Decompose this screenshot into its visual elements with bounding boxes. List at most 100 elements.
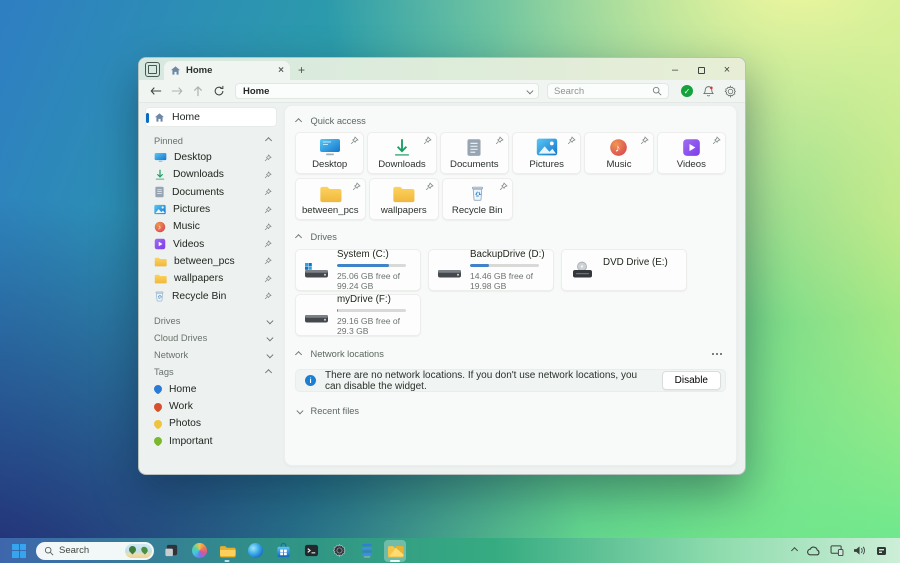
sidebar-item-wallpapers[interactable]: wallpapers	[139, 270, 284, 287]
drive-dvd-e[interactable]: DVD Drive (E:)	[561, 249, 687, 291]
pin-icon[interactable]	[350, 136, 359, 145]
edge-button[interactable]	[244, 540, 266, 562]
chevron-up-icon[interactable]	[295, 235, 301, 241]
drive-my-f[interactable]: myDrive (F:) 29.16 GB free of 29.3 GB	[295, 294, 421, 336]
sidebar-section-tags[interactable]: Tags	[139, 364, 284, 381]
minimize-button[interactable]: –	[663, 62, 687, 78]
drives-header[interactable]: Drives	[295, 230, 726, 244]
sidebar-item-documents[interactable]: Documents	[139, 184, 284, 201]
sidebar-item-home[interactable]: Home	[145, 107, 277, 127]
start-button[interactable]	[8, 540, 30, 562]
tab-close-icon[interactable]: ×	[278, 66, 284, 76]
pin-icon[interactable]	[495, 136, 504, 145]
refresh-button[interactable]	[210, 83, 227, 100]
sidebar-section-cloud-drives[interactable]: Cloud Drives	[139, 330, 284, 347]
back-button[interactable]	[147, 83, 164, 100]
sidebar-item-videos[interactable]: Videos	[139, 235, 284, 252]
pin-icon[interactable]	[264, 188, 272, 196]
chevron-up-icon[interactable]	[265, 138, 271, 144]
drive-usage-bar	[337, 309, 406, 312]
recent-files-header[interactable]: Recent files	[295, 404, 726, 418]
notifications-icon[interactable]	[702, 85, 715, 98]
onedrive-icon[interactable]	[806, 546, 821, 556]
quick-access-header[interactable]: Quick access	[295, 114, 726, 128]
pin-icon[interactable]	[567, 136, 576, 145]
cast-display-icon[interactable]	[830, 545, 844, 556]
copilot-button[interactable]	[188, 540, 210, 562]
search-input[interactable]: Search	[547, 83, 669, 99]
chevron-up-icon[interactable]	[265, 370, 271, 376]
settings-gear-icon[interactable]	[724, 85, 737, 98]
sidebar-tag-work[interactable]: Work	[139, 398, 284, 415]
tab-home[interactable]: Home ×	[164, 61, 290, 80]
pin-icon[interactable]	[264, 171, 272, 179]
pin-icon[interactable]	[264, 257, 272, 265]
address-bar[interactable]: Home	[235, 83, 539, 99]
sidebar-tag-important[interactable]: Important	[139, 433, 284, 450]
file-explorer-button[interactable]	[216, 540, 238, 562]
sidebar-item-between-pcs[interactable]: between_pcs	[139, 253, 284, 270]
terminal-button[interactable]	[300, 540, 322, 562]
pin-icon[interactable]	[264, 292, 272, 300]
sidebar-tag-home[interactable]: Home	[139, 381, 284, 398]
network-locations-header[interactable]: Network locations	[295, 347, 726, 361]
tile-music[interactable]: ♪ Music	[584, 132, 653, 174]
pin-icon[interactable]	[264, 154, 272, 162]
tile-pictures[interactable]: Pictures	[512, 132, 581, 174]
sidebar-item-recycle-bin[interactable]: Recycle Bin	[139, 287, 284, 304]
sidebar-section-pinned[interactable]: Pinned	[139, 132, 284, 149]
search-highlight-thumbnail[interactable]	[125, 544, 152, 558]
tile-desktop[interactable]: Desktop	[295, 132, 364, 174]
new-tab-button[interactable]: +	[298, 63, 305, 77]
settings-button[interactable]	[328, 540, 350, 562]
pin-icon[interactable]	[712, 136, 721, 145]
pin-icon[interactable]	[264, 275, 272, 283]
sidebar-section-network[interactable]: Network	[139, 347, 284, 364]
drive-system-c[interactable]: System (C:) 25.06 GB free of 99.24 GB	[295, 249, 421, 291]
pin-icon[interactable]	[264, 240, 272, 248]
up-button[interactable]	[189, 83, 206, 100]
volume-icon[interactable]	[853, 545, 867, 556]
pin-icon[interactable]	[264, 206, 272, 214]
tile-wallpapers[interactable]: wallpapers	[369, 178, 440, 220]
task-view-button[interactable]	[160, 540, 182, 562]
tile-between-pcs[interactable]: between_pcs	[295, 178, 366, 220]
tile-recycle-bin[interactable]: Recycle Bin	[442, 178, 513, 220]
pin-icon[interactable]	[499, 182, 508, 191]
sidebar-tag-photos[interactable]: Photos	[139, 415, 284, 432]
chevron-up-icon[interactable]	[295, 119, 301, 125]
maximize-button[interactable]	[689, 62, 713, 78]
tile-videos[interactable]: Videos	[657, 132, 726, 174]
pin-icon[interactable]	[425, 182, 434, 191]
pin-icon[interactable]	[352, 182, 361, 191]
disable-widget-button[interactable]: Disable	[662, 371, 721, 390]
task-manager-button[interactable]	[356, 540, 378, 562]
chevron-down-icon[interactable]	[266, 317, 272, 323]
pin-icon[interactable]	[264, 223, 272, 231]
address-dropdown-icon[interactable]	[526, 87, 532, 93]
forward-button[interactable]	[168, 83, 185, 100]
store-button[interactable]	[272, 540, 294, 562]
sidebar-item-pictures[interactable]: Pictures	[139, 201, 284, 218]
close-button[interactable]: ×	[715, 62, 739, 78]
more-options-icon[interactable]	[712, 350, 726, 358]
tile-documents[interactable]: Documents	[440, 132, 509, 174]
tile-downloads[interactable]: Downloads	[367, 132, 436, 174]
pin-icon[interactable]	[423, 136, 432, 145]
pin-icon[interactable]	[640, 136, 649, 145]
input-indicator-icon[interactable]	[876, 545, 888, 557]
sync-status-icon[interactable]: ✓	[681, 85, 693, 97]
chevron-down-icon[interactable]	[266, 334, 272, 340]
chevron-down-icon[interactable]	[297, 407, 303, 413]
taskbar-search[interactable]: Search	[36, 542, 154, 560]
drive-backup-d[interactable]: BackupDrive (D:) 14.46 GB free of 19.98 …	[428, 249, 554, 291]
sidebar-item-music[interactable]: ♪ Music	[139, 218, 284, 235]
files-app-button[interactable]	[384, 540, 406, 562]
chevron-down-icon[interactable]	[266, 351, 272, 357]
chevron-up-icon[interactable]	[295, 352, 301, 358]
tab-overview-icon[interactable]	[145, 62, 160, 77]
hidden-icons-chevron[interactable]	[793, 548, 798, 553]
sidebar-item-desktop[interactable]: Desktop	[139, 149, 284, 166]
sidebar-item-downloads[interactable]: Downloads	[139, 166, 284, 183]
sidebar-section-drives[interactable]: Drives	[139, 313, 284, 330]
